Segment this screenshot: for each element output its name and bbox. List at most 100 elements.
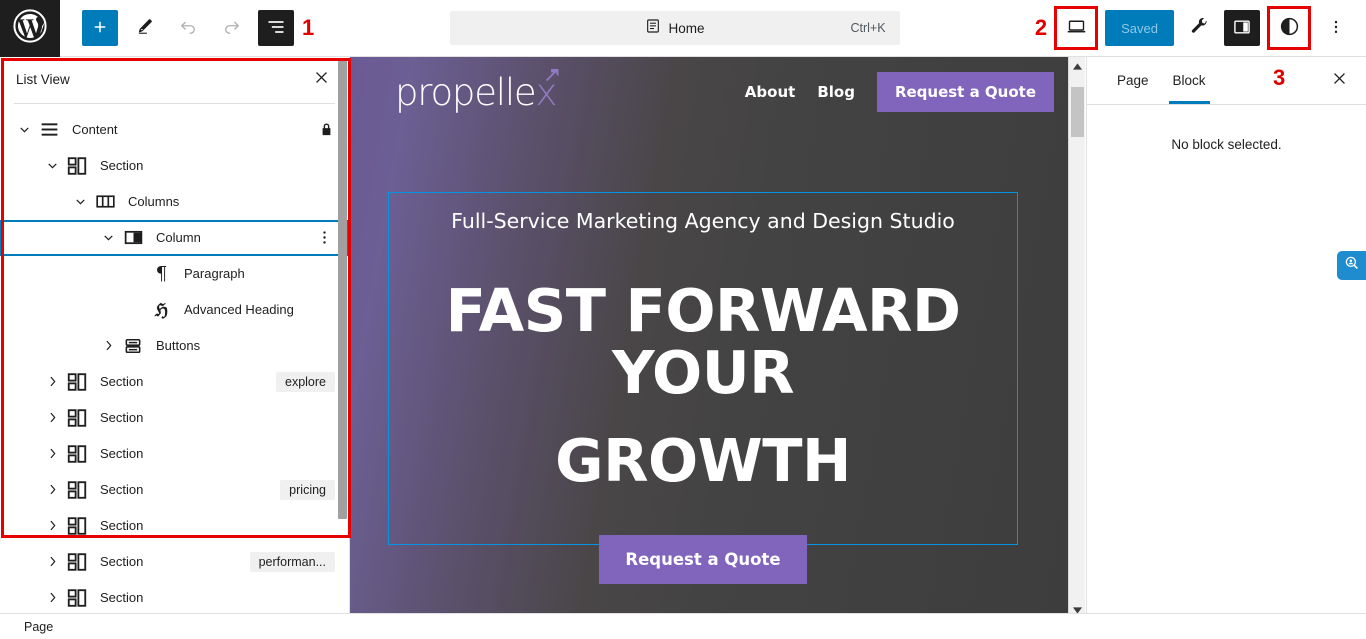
document-shortcut: Ctrl+K [850,21,886,35]
toolbar-right-group: 2 Saved [1035,6,1366,50]
content-lines-icon [36,119,62,140]
list-view-row-label: Section [100,446,144,462]
list-view-panel: List View Content Section Columns Column ¶ Pa… [0,57,350,613]
nav-request-quote-button[interactable]: Request a Quote [876,72,1054,112]
list-view-row-advanced-heading-5[interactable]: ℌ Advanced Heading [0,292,349,328]
list-view-row-label: Section [100,374,144,390]
list-view-close-button[interactable] [307,66,335,94]
list-view-scrollbar[interactable] [338,59,347,559]
chevron-right-icon[interactable] [40,518,64,533]
close-x-icon [313,69,330,91]
toolbar-center-group: Home Ctrl+K [314,11,1035,45]
list-view-toggle-button[interactable] [258,10,294,46]
breadcrumb-page-label: Page [24,619,54,634]
list-view-icon [266,17,286,40]
laptop-view-icon [1066,16,1087,40]
list-view-row-content-0[interactable]: Content [0,112,349,148]
site-header: propelle x About Blog Request a Quote [350,57,1068,127]
list-view-row-section-13[interactable]: Section [0,580,349,613]
list-view-row-section-1[interactable]: Section [0,148,349,184]
chevron-right-icon[interactable] [96,338,120,353]
section-block-icon [64,479,90,501]
chevron-right-icon[interactable] [40,482,64,497]
more-options-button[interactable] [1318,10,1354,46]
list-view-row-label: Columns [128,194,180,210]
sidebar-empty-message: No block selected. [1171,137,1282,152]
list-view-row-section-11[interactable]: Section [0,508,349,544]
chevron-right-icon[interactable] [40,554,64,569]
tools-wrench-button[interactable] [1181,10,1217,46]
section-block-icon [64,371,90,393]
chevron-right-icon[interactable] [40,374,64,389]
columns-icon [92,191,118,212]
undo-arrow-icon [178,17,198,40]
list-view-scroll-thumb[interactable] [338,59,347,519]
site-logo[interactable]: propelle x [395,68,559,114]
view-device-highlight [1054,6,1099,50]
contrast-highlight [1267,6,1311,50]
list-view-row-badge: performan... [249,551,335,572]
hero-request-quote-button[interactable]: Request a Quote [599,534,807,584]
list-view-row-section-10[interactable]: Section pricing [0,472,349,508]
floating-search-button[interactable] [1337,251,1366,280]
tools-pencil-button[interactable] [126,10,162,46]
document-title: Home [668,20,705,36]
scroll-up-arrow-icon [1073,57,1082,75]
canvas-scroll-thumb[interactable] [1071,87,1084,137]
wordpress-logo-button[interactable] [0,0,60,57]
chevron-down-icon[interactable] [12,122,36,137]
sidebar-close-button[interactable] [1324,66,1354,96]
save-button[interactable]: Saved [1105,10,1174,46]
undo-button[interactable] [170,10,206,46]
list-view-row-label: Section [100,482,144,498]
contrast-toggle-button[interactable] [1271,10,1307,46]
nav-link-about[interactable]: About [745,83,796,101]
list-view-row-options-button[interactable] [316,229,335,246]
chevron-right-icon[interactable] [40,446,64,461]
list-view-row-section-8[interactable]: Section [0,400,349,436]
annotation-marker-3: 3 [1273,65,1286,90]
list-view-row-label: Buttons [156,338,201,354]
hero-heading[interactable]: FAST FORWARD YOUR GROWTH [389,280,1017,492]
section-block-icon [64,407,90,429]
close-x-icon [1331,70,1348,92]
add-block-button[interactable] [82,10,118,46]
chevron-down-icon[interactable] [96,230,120,245]
selected-column-block[interactable]: Full-Service Marketing Agency and Design… [388,192,1018,584]
buttons-icon [120,336,146,356]
column-icon [120,227,146,248]
hero-subtitle[interactable]: Full-Service Marketing Agency and Design… [451,209,955,233]
list-view-row-section-7[interactable]: Section explore [0,364,349,400]
tab-page[interactable]: Page [1105,57,1161,104]
chevron-right-icon[interactable] [40,410,64,425]
canvas-scrollbar[interactable] [1068,57,1085,618]
list-view-row-buttons-6[interactable]: Buttons [0,328,349,364]
list-view-row-section-12[interactable]: Section performan... [0,544,349,580]
list-view-row-label: Advanced Heading [184,302,294,318]
annotation-marker-1: 1 [302,15,315,40]
redo-button[interactable] [214,10,250,46]
site-logo-text: propelle [395,70,537,114]
hero-heading-line-1: FAST FORWARD YOUR [445,276,961,407]
list-view-row-section-9[interactable]: Section [0,436,349,472]
view-device-button[interactable] [1058,10,1094,46]
chevron-down-icon[interactable] [40,158,64,173]
document-command-bar[interactable]: Home Ctrl+K [449,11,900,45]
list-view-row-paragraph-4[interactable]: ¶ Paragraph [0,256,349,292]
list-view-row-label: Content [72,122,118,138]
list-view-footer-breadcrumb[interactable]: Page [0,613,350,639]
tab-block[interactable]: Block [1161,57,1218,104]
hero-heading-line-2: GROWTH [555,425,851,495]
nav-link-blog[interactable]: Blog [817,83,855,101]
wordpress-logo-icon [13,8,47,48]
canvas-scroll-up-button[interactable] [1069,57,1086,74]
section-block-icon [64,515,90,537]
annotation-marker-2: 2 [1034,15,1048,40]
chevron-down-icon[interactable] [68,194,92,209]
settings-sidebar-button[interactable] [1224,10,1260,46]
list-view-row-column-3[interactable]: Column [0,219,349,256]
section-block-icon [64,551,90,573]
chevron-right-icon[interactable] [40,590,64,605]
section-block-icon [64,443,90,465]
list-view-row-columns-2[interactable]: Columns [0,184,349,220]
